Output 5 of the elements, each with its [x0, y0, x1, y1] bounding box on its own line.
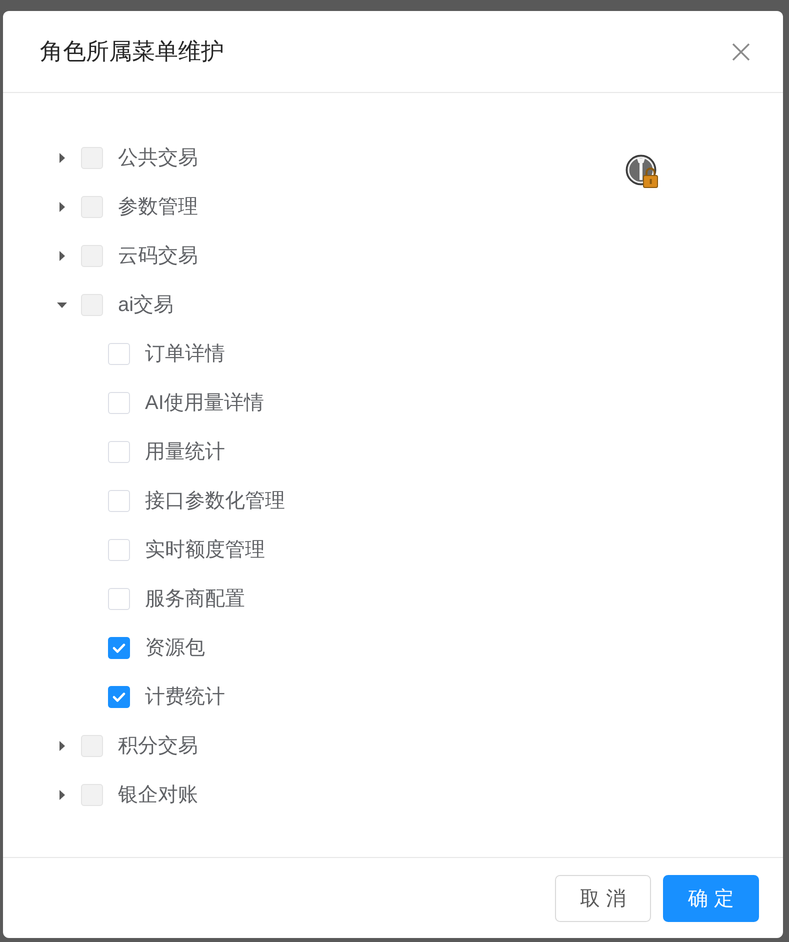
cancel-button[interactable]: 取 消 — [555, 874, 651, 922]
dialog-title: 角色所属菜单维护 — [40, 37, 224, 66]
close-icon[interactable] — [731, 42, 751, 62]
confirm-button[interactable]: 确 定 — [663, 874, 759, 922]
padlock-icon — [625, 154, 661, 190]
